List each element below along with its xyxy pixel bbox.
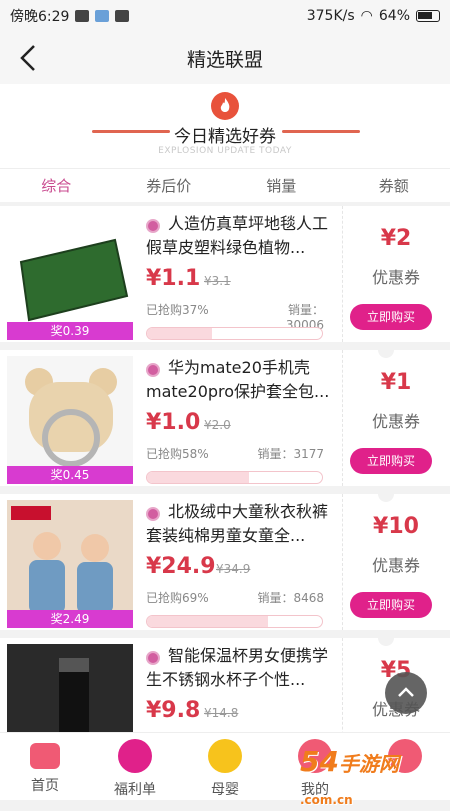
tab-overall[interactable]: 综合 — [0, 169, 113, 202]
wifi-icon: ◠ — [361, 8, 373, 24]
original-price: ¥2.0 — [204, 418, 231, 432]
sold-progress-bar — [146, 471, 323, 484]
card-notch — [378, 342, 394, 358]
back-to-top-button[interactable] — [385, 672, 427, 714]
nav-welfare[interactable]: 福利单 — [90, 733, 180, 800]
product-price: ¥1.0 — [146, 410, 200, 435]
nav-baby-label: 母婴 — [180, 779, 270, 799]
tab-price-after-coupon[interactable]: 券后价 — [113, 169, 226, 202]
battery-icon — [416, 10, 440, 22]
sold-progress-bar — [146, 615, 323, 628]
sold-progress-fill — [147, 616, 268, 627]
battery-percent: 64% — [379, 8, 410, 24]
product-image[interactable]: 奖2.49 — [7, 500, 133, 628]
network-speed: 375K/s — [307, 8, 355, 24]
banner: 今日精选好券 EXPLOSION UPDATE TODAY — [0, 84, 450, 168]
nav-home-label: 首页 — [0, 775, 90, 795]
coupon-label: 优惠券 — [342, 552, 450, 576]
reward-label: 奖2.49 — [7, 610, 133, 628]
nav-welfare-label: 福利单 — [90, 779, 180, 799]
site-watermark-logo: 54手游网 .com.cn — [300, 745, 399, 811]
card-notch — [378, 638, 394, 646]
coupon-label: 优惠券 — [342, 408, 450, 432]
flame-icon — [211, 92, 239, 120]
cloud-icon — [95, 10, 109, 22]
product-card[interactable]: 奖0.39 人造仿真草坪地毯人工假草皮塑料绿色植物... ¥1.1 ¥3.1 已… — [0, 206, 450, 342]
back-arrow-icon[interactable] — [14, 42, 44, 74]
card-notch — [378, 486, 394, 502]
welfare-icon — [118, 739, 152, 773]
sold-rate: 已抢购37% — [146, 301, 209, 318]
baby-icon — [208, 739, 242, 773]
tab-coupon-amount[interactable]: 券额 — [338, 169, 450, 202]
nav-home[interactable]: 首页 — [0, 733, 90, 800]
sales-count: 销量：3177 — [254, 445, 324, 462]
reward-label: 奖0.45 — [7, 466, 133, 484]
status-bar: 傍晚6:29 375K/s ◠ 64% — [0, 0, 450, 32]
watermark-domain: .com.cn — [300, 793, 353, 807]
product-image[interactable]: 奖0.45 — [7, 356, 133, 484]
chevron-up-icon — [385, 672, 427, 714]
buy-now-button[interactable]: 立即购买 — [350, 304, 432, 330]
sort-tabs: 综合 券后价 销量 券额 — [0, 168, 450, 202]
product-name[interactable]: 北极绒中大童秋衣秋裤套装纯棉男童女童全... — [146, 500, 338, 548]
coupon-amount: ¥1 — [342, 370, 450, 395]
coupon-amount: ¥10 — [342, 514, 450, 539]
original-price: ¥3.1 — [204, 274, 231, 288]
coupon-label: 优惠券 — [342, 264, 450, 288]
page-title: 精选联盟 — [187, 45, 263, 72]
product-price: ¥1.1 — [146, 266, 200, 291]
product-image[interactable] — [7, 644, 133, 732]
product-price: ¥9.8 — [146, 698, 200, 723]
nav-baby[interactable]: 母婴 — [180, 733, 270, 800]
app-notification-icon — [75, 10, 89, 22]
sold-progress-bar — [146, 327, 323, 340]
product-card[interactable]: 智能保温杯男女便携学生不锈钢水杯子个性... ¥9.8 ¥14.8 ¥5 优惠券 — [0, 638, 450, 732]
product-name[interactable]: 华为mate20手机壳mate20pro保护套全包... — [146, 356, 338, 404]
coupon-amount: ¥2 — [342, 226, 450, 251]
home-icon — [30, 743, 60, 769]
nav-bar: 精选联盟 — [0, 32, 450, 84]
tab-sales[interactable]: 销量 — [225, 169, 338, 202]
watermark-number: 54 — [300, 745, 339, 778]
product-image[interactable]: 奖0.39 — [7, 212, 133, 340]
product-card[interactable]: 奖2.49 北极绒中大童秋衣秋裤套装纯棉男童女童全... ¥24.9 ¥34.9… — [0, 494, 450, 630]
sold-rate: 已抢购58% — [146, 445, 209, 462]
sales-count: 销量：8468 — [254, 589, 324, 606]
status-time: 傍晚6:29 — [10, 6, 69, 26]
reward-label: 奖0.39 — [7, 322, 133, 340]
sold-progress-fill — [147, 328, 212, 339]
banner-subtitle: EXPLOSION UPDATE TODAY — [0, 146, 450, 156]
sold-rate: 已抢购69% — [146, 589, 209, 606]
buy-now-button[interactable]: 立即购买 — [350, 448, 432, 474]
product-price: ¥24.9 — [146, 554, 216, 579]
product-name[interactable]: 智能保温杯男女便携学生不锈钢水杯子个性... — [146, 644, 338, 692]
watermark-site: 手游网 — [339, 752, 399, 776]
sold-progress-fill — [147, 472, 249, 483]
product-card[interactable]: 奖0.45 华为mate20手机壳mate20pro保护套全包... ¥1.0 … — [0, 350, 450, 486]
buy-now-button[interactable]: 立即购买 — [350, 592, 432, 618]
android-icon — [115, 10, 129, 22]
product-name[interactable]: 人造仿真草坪地毯人工假草皮塑料绿色植物... — [146, 212, 338, 260]
original-price: ¥14.8 — [204, 706, 238, 720]
banner-title: 今日精选好券 — [0, 122, 450, 147]
original-price: ¥34.9 — [216, 562, 250, 576]
